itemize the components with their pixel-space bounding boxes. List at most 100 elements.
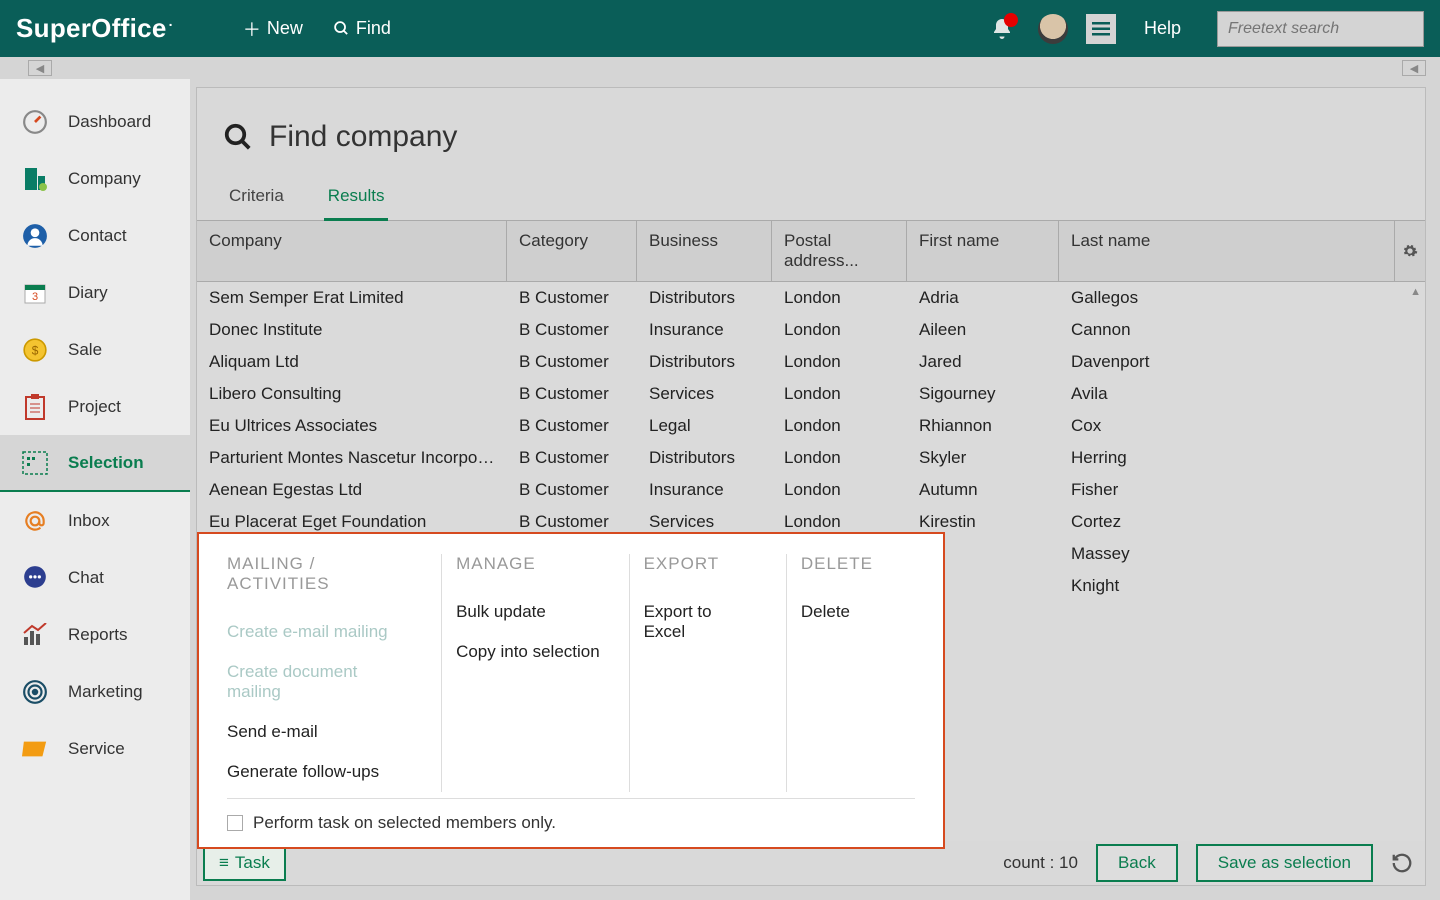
result-count: count : 10: [1003, 853, 1078, 873]
sidebar-item-sale[interactable]: $ Sale: [0, 321, 190, 378]
search-icon: [333, 20, 350, 37]
search-input[interactable]: [1228, 20, 1436, 38]
task-menu-item[interactable]: Generate follow-ups: [227, 752, 413, 792]
sidebar-label: Company: [68, 169, 141, 189]
sidebar-label: Inbox: [68, 511, 110, 531]
clipboard-icon: [22, 394, 48, 420]
col-business[interactable]: Business: [637, 221, 772, 281]
sidebar: Dashboard Company Contact 3 Diary $ Sale…: [0, 79, 190, 900]
sidebar-label: Contact: [68, 226, 127, 246]
col-lastname[interactable]: Last name: [1059, 221, 1395, 281]
hamburger-icon: ≡: [219, 853, 229, 873]
coin-icon: $: [22, 337, 48, 363]
popup-section-title: MAILING / ACTIVITIES: [227, 554, 413, 594]
col-category[interactable]: Category: [507, 221, 637, 281]
save-selection-button[interactable]: Save as selection: [1196, 844, 1373, 882]
selection-icon: [22, 450, 48, 476]
plus-icon: ＋: [243, 16, 261, 42]
tab-results[interactable]: Results: [324, 176, 389, 221]
popup-section-title: DELETE: [801, 554, 873, 574]
freetext-search[interactable]: [1217, 11, 1424, 47]
task-menu-item[interactable]: Export to Excel: [644, 592, 758, 652]
main-content: Find company Criteria Results Company Ca…: [190, 79, 1440, 900]
sidebar-item-dashboard[interactable]: Dashboard: [0, 93, 190, 150]
refresh-button[interactable]: [1391, 852, 1413, 874]
selected-only-label: Perform task on selected members only.: [253, 813, 556, 833]
col-company[interactable]: Company: [197, 221, 507, 281]
topbar: SuperOffice. ＋New Find Help: [0, 0, 1440, 57]
ticket-icon: [22, 736, 48, 762]
table-row[interactable]: Donec InstituteB CustomerInsuranceLondon…: [197, 314, 1425, 346]
sidebar-item-project[interactable]: Project: [0, 378, 190, 435]
task-menu-item[interactable]: Bulk update: [456, 592, 601, 632]
app-logo: SuperOffice.: [16, 13, 173, 44]
sidebar-label: Reports: [68, 625, 128, 645]
table-row[interactable]: Eu Ultrices AssociatesB CustomerLegalLon…: [197, 410, 1425, 442]
scroll-indicator: ▲: [1410, 286, 1421, 298]
sidebar-item-diary[interactable]: 3 Diary: [0, 264, 190, 321]
chat-icon: [22, 565, 48, 591]
target-icon: [22, 679, 48, 705]
popup-section-title: MANAGE: [456, 554, 601, 574]
sidebar-item-chat[interactable]: Chat: [0, 549, 190, 606]
sidebar-label: Sale: [68, 340, 102, 360]
task-menu-item[interactable]: Delete: [801, 592, 873, 632]
table-row[interactable]: Libero ConsultingB CustomerServicesLondo…: [197, 378, 1425, 410]
table-row[interactable]: Aenean Egestas LtdB CustomerInsuranceLon…: [197, 474, 1425, 506]
collapse-bar: ◀ ◀: [0, 57, 1440, 79]
main-menu-button[interactable]: [1086, 14, 1116, 44]
task-button[interactable]: ≡ Task: [203, 845, 286, 881]
building-icon: [22, 166, 48, 192]
collapse-sidebar-button[interactable]: ◀: [28, 60, 52, 76]
sidebar-label: Chat: [68, 568, 104, 588]
col-postal[interactable]: Postal address...: [772, 221, 907, 281]
selected-only-checkbox[interactable]: [227, 815, 243, 831]
sidebar-item-contact[interactable]: Contact: [0, 207, 190, 264]
sidebar-item-marketing[interactable]: Marketing: [0, 663, 190, 720]
search-icon: [223, 122, 253, 152]
chart-icon: [22, 622, 48, 648]
at-icon: [22, 508, 48, 534]
gauge-icon: [22, 109, 48, 135]
sidebar-label: Diary: [68, 283, 108, 303]
back-button[interactable]: Back: [1096, 844, 1178, 882]
sidebar-item-reports[interactable]: Reports: [0, 606, 190, 663]
notifications-button[interactable]: [990, 17, 1014, 41]
calendar-icon: 3: [22, 280, 48, 306]
avatar[interactable]: [1038, 14, 1068, 44]
sidebar-label: Service: [68, 739, 125, 759]
page-title: Find company: [269, 120, 457, 154]
sidebar-item-selection[interactable]: Selection: [0, 435, 190, 492]
task-menu-popup: MAILING / ACTIVITIES Create e-mail maili…: [197, 532, 945, 849]
col-firstname[interactable]: First name: [907, 221, 1059, 281]
sidebar-item-inbox[interactable]: Inbox: [0, 492, 190, 549]
task-menu-item: Create document mailing: [227, 652, 413, 712]
table-row[interactable]: Aliquam LtdB CustomerDistributorsLondonJ…: [197, 346, 1425, 378]
hamburger-icon: [1092, 22, 1110, 36]
task-menu-item[interactable]: Copy into selection: [456, 632, 601, 672]
refresh-icon: [1391, 852, 1413, 874]
task-menu-item[interactable]: Send e-mail: [227, 712, 413, 752]
notification-dot: [1004, 13, 1018, 27]
sidebar-label: Marketing: [68, 682, 143, 702]
tabs: Criteria Results: [197, 176, 1425, 221]
tab-criteria[interactable]: Criteria: [225, 176, 288, 220]
table-row[interactable]: Parturient Montes Nascetur IncorporatedB…: [197, 442, 1425, 474]
table-header: Company Category Business Postal address…: [197, 221, 1425, 282]
help-link[interactable]: Help: [1144, 18, 1181, 39]
gear-icon: [1402, 243, 1418, 259]
svg-text:3: 3: [32, 291, 38, 303]
column-settings-button[interactable]: [1395, 221, 1425, 281]
sidebar-label: Project: [68, 397, 121, 417]
table-row[interactable]: Sem Semper Erat LimitedB CustomerDistrib…: [197, 282, 1425, 314]
sidebar-label: Dashboard: [68, 112, 151, 132]
collapse-panel-button[interactable]: ◀: [1402, 60, 1426, 76]
svg-text:$: $: [32, 343, 39, 357]
find-button[interactable]: Find: [333, 18, 391, 39]
new-button[interactable]: ＋New: [243, 16, 303, 42]
sidebar-item-service[interactable]: Service: [0, 720, 190, 777]
sidebar-label: Selection: [68, 453, 144, 473]
person-icon: [22, 223, 48, 249]
sidebar-item-company[interactable]: Company: [0, 150, 190, 207]
task-menu-item: Create e-mail mailing: [227, 612, 413, 652]
